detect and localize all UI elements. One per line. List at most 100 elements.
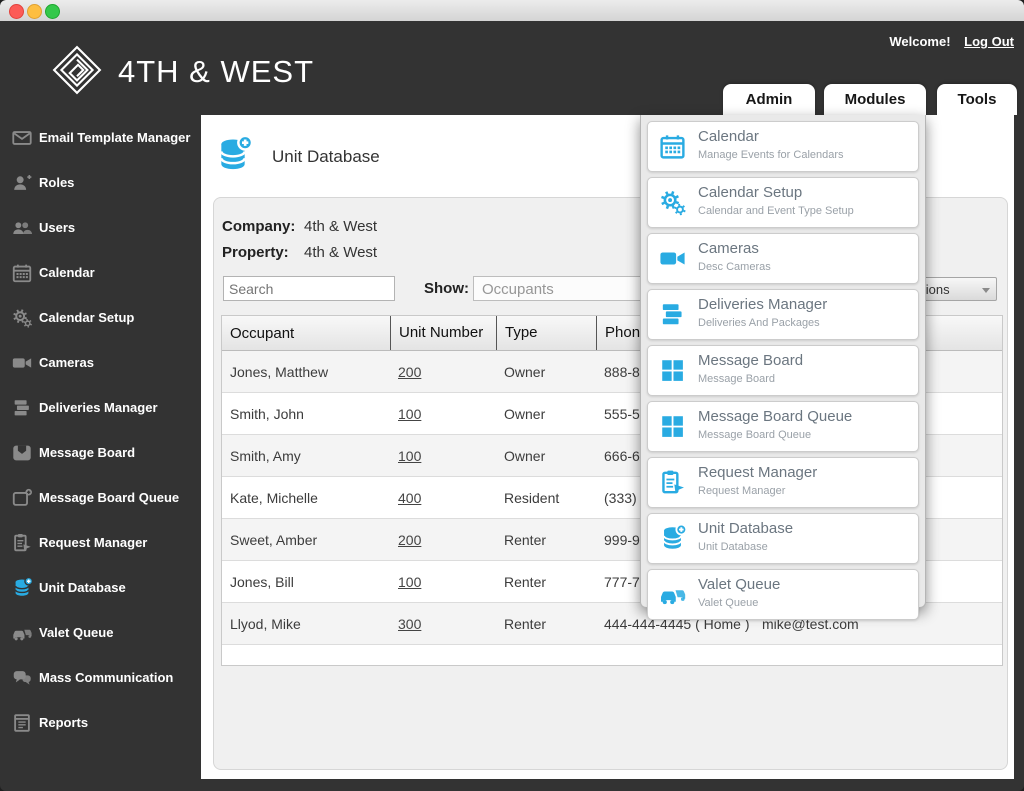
- sidebar-item-label: Reports: [39, 715, 88, 730]
- cell-type: Owner: [496, 448, 596, 464]
- unit-number-link[interactable]: 100: [398, 574, 421, 590]
- menu-item-title: Calendar Setup: [698, 184, 802, 201]
- chat-icon: [11, 667, 33, 689]
- cell-occupant: Kate, Michelle: [222, 490, 390, 506]
- menu-item-cameras[interactable]: Cameras Desc Cameras: [647, 233, 919, 284]
- sidebar-item-cameras[interactable]: Cameras: [0, 340, 201, 385]
- search-input[interactable]: [223, 276, 395, 301]
- sidebar-item-users[interactable]: Users: [0, 205, 201, 250]
- unit-number-link[interactable]: 400: [398, 490, 421, 506]
- menu-item-deliveries-manager[interactable]: Deliveries Manager Deliveries And Packag…: [647, 289, 919, 340]
- sidebar-item-reports[interactable]: Reports: [0, 700, 201, 745]
- sidebar-item-calendar[interactable]: Calendar: [0, 250, 201, 295]
- cell-type: Renter: [496, 616, 596, 632]
- sidebar-item-message-board[interactable]: Message Board: [0, 430, 201, 475]
- chevron-down-icon: [982, 288, 990, 293]
- logout-link[interactable]: Log Out: [964, 34, 1014, 49]
- calendar-icon: [658, 132, 687, 161]
- unit-number-link[interactable]: 100: [398, 406, 421, 422]
- sidebar-item-label: Mass Communication: [39, 670, 173, 685]
- menu-item-subtitle: Request Manager: [698, 485, 785, 497]
- menu-item-valet-queue[interactable]: Valet Queue Valet Queue: [647, 569, 919, 620]
- minimize-window-button[interactable]: [27, 4, 42, 19]
- menu-item-subtitle: Message Board Queue: [698, 429, 811, 441]
- menu-item-title: Valet Queue: [698, 576, 780, 593]
- cell-occupant: Jones, Matthew: [222, 364, 390, 380]
- tab-modules[interactable]: Modules: [824, 84, 926, 115]
- calendar-icon: [11, 262, 33, 284]
- sidebar-item-mass-communication[interactable]: Mass Communication: [0, 655, 201, 700]
- unit-number-link[interactable]: 200: [398, 532, 421, 548]
- envelope-icon: [11, 127, 33, 149]
- menu-item-calendar[interactable]: Calendar Manage Events for Calendars: [647, 121, 919, 172]
- maximize-window-button[interactable]: [45, 4, 60, 19]
- users-icon: [11, 217, 33, 239]
- header-occupant: Occupant: [222, 325, 390, 342]
- close-window-button[interactable]: [9, 4, 24, 19]
- sidebar-item-deliveries-manager[interactable]: Deliveries Manager: [0, 385, 201, 430]
- cell-type: Renter: [496, 532, 596, 548]
- sidebar-item-label: Roles: [39, 175, 74, 190]
- menu-item-subtitle: Valet Queue: [698, 597, 758, 609]
- sidebar-item-roles[interactable]: Roles: [0, 160, 201, 205]
- sidebar-item-request-manager[interactable]: Request Manager: [0, 520, 201, 565]
- company-value: 4th & West: [304, 218, 377, 235]
- sidebar-item-calendar-setup[interactable]: Calendar Setup: [0, 295, 201, 340]
- boxes-icon: [11, 397, 33, 419]
- grid-icon: [658, 356, 687, 385]
- unit-number-link[interactable]: 100: [398, 448, 421, 464]
- modules-dropdown-menu: Calendar Manage Events for Calendars Cal…: [640, 115, 926, 608]
- sidebar-item-label: Unit Database: [39, 580, 126, 595]
- camera-icon: [658, 244, 687, 273]
- report-icon: [11, 712, 33, 734]
- sidebar-item-label: Valet Queue: [39, 625, 113, 640]
- app-window: 4TH & WEST Welcome! Log Out Admin Module…: [0, 0, 1024, 791]
- camera-icon: [11, 352, 33, 374]
- unit-number-link[interactable]: 300: [398, 616, 421, 632]
- menu-item-message-board-queue[interactable]: Message Board Queue Message Board Queue: [647, 401, 919, 452]
- sidebar-item-label: Request Manager: [39, 535, 147, 550]
- sidebar-item-label: Message Board Queue: [39, 490, 179, 505]
- header-unit-number: Unit Number: [390, 316, 496, 350]
- tab-admin[interactable]: Admin: [723, 84, 815, 115]
- brand-logo-icon: [52, 45, 102, 95]
- sidebar-item-message-board-queue[interactable]: Message Board Queue: [0, 475, 201, 520]
- menu-item-title: Cameras: [698, 240, 759, 257]
- menu-item-title: Deliveries Manager: [698, 296, 827, 313]
- show-occupants-select[interactable]: Occupants: [473, 276, 649, 301]
- clipboard-icon: [658, 468, 687, 497]
- window-titlebar: [0, 0, 1024, 22]
- cell-occupant: Llyod, Mike: [222, 616, 390, 632]
- sidebar-item-valet-queue[interactable]: Valet Queue: [0, 610, 201, 655]
- menu-item-title: Message Board: [698, 352, 803, 369]
- sidebar-item-label: Calendar Setup: [39, 310, 134, 325]
- menu-item-message-board[interactable]: Message Board Message Board: [647, 345, 919, 396]
- property-value: 4th & West: [304, 244, 377, 261]
- cell-occupant: Smith, John: [222, 406, 390, 422]
- menu-item-subtitle: Deliveries And Packages: [698, 317, 820, 329]
- menu-item-calendar-setup[interactable]: Calendar Setup Calendar and Event Type S…: [647, 177, 919, 228]
- database-plus-icon: [11, 577, 33, 599]
- menu-item-subtitle: Manage Events for Calendars: [698, 149, 844, 161]
- menu-item-title: Message Board Queue: [698, 408, 852, 425]
- unit-database-icon: [213, 135, 253, 175]
- cell-occupant: Jones, Bill: [222, 574, 390, 590]
- sidebar-item-email-template-manager[interactable]: Email Template Manager: [0, 115, 201, 160]
- inbox-plus-icon: [11, 487, 33, 509]
- cell-type: Resident: [496, 490, 596, 506]
- gears-icon: [658, 188, 687, 217]
- clipboard-icon: [11, 532, 33, 554]
- tab-tools[interactable]: Tools: [937, 84, 1017, 115]
- sidebar-item-label: Calendar: [39, 265, 95, 280]
- sidebar-item-unit-database[interactable]: Unit Database: [0, 565, 201, 610]
- menu-item-title: Calendar: [698, 128, 759, 145]
- page-title: Unit Database: [272, 147, 380, 167]
- sidebar-item-label: Users: [39, 220, 75, 235]
- header-type: Type: [496, 316, 596, 350]
- unit-number-link[interactable]: 200: [398, 364, 421, 380]
- gears-icon: [11, 307, 33, 329]
- menu-item-unit-database[interactable]: Unit Database Unit Database: [647, 513, 919, 564]
- cars-icon: [658, 580, 687, 609]
- cell-type: Owner: [496, 364, 596, 380]
- menu-item-request-manager[interactable]: Request Manager Request Manager: [647, 457, 919, 508]
